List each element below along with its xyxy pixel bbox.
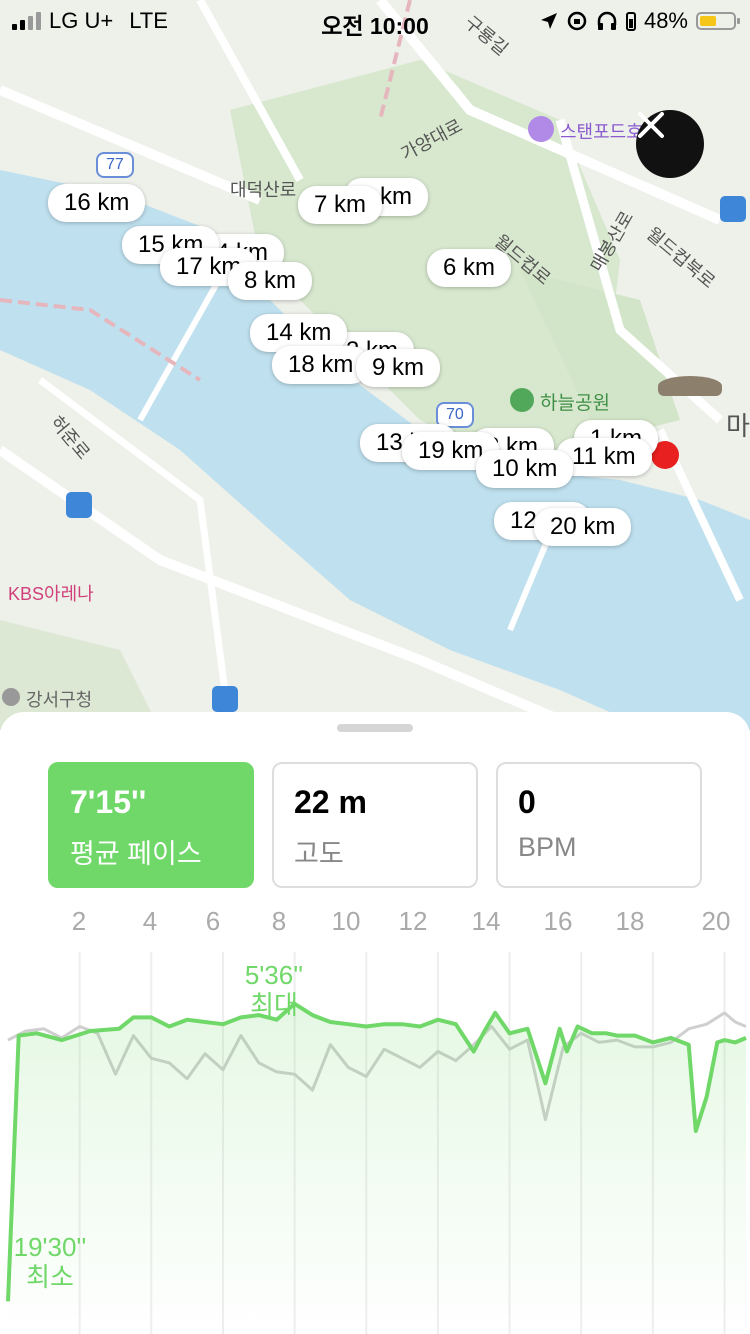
max-label: 최대 [250, 990, 298, 1020]
x-tick: 20 [701, 906, 731, 936]
stats-sheet: 7'15'' 평균 페이스 22 m 고도 0 BPM 2 4 6 8 10 1… [0, 712, 750, 1334]
km-marker[interactable]: 20 km [534, 508, 632, 546]
elevation-label: 고도 [294, 839, 344, 869]
status-right: 48% [540, 8, 740, 34]
km-marker[interactable]: 18 km [272, 346, 370, 384]
pace-chart[interactable] [0, 952, 750, 1334]
close-icon [638, 112, 664, 138]
x-tick: 16 [543, 906, 573, 936]
km-marker[interactable]: 10 km [476, 450, 574, 488]
km-marker[interactable]: 6 km [427, 249, 512, 287]
label-ma: 마 [726, 411, 750, 441]
battery-percent: 48% [643, 8, 688, 33]
max-value: 5'36'' [244, 960, 304, 990]
max-annotation: 5'36'' 최대 [226, 960, 322, 1020]
battery-icon [696, 12, 740, 30]
subway-icon [720, 196, 746, 222]
x-tick: 14 [471, 906, 501, 936]
x-tick: 18 [615, 906, 645, 936]
stadium-icon [658, 376, 722, 396]
km-marker[interactable]: 16 km [48, 184, 146, 222]
x-tick: 4 [142, 906, 158, 936]
park-icon [510, 388, 534, 412]
pace-value: 7'15'' [70, 784, 147, 820]
device-battery-icon [625, 12, 636, 31]
park-label: 하늘공원 [540, 393, 610, 414]
status-bar: LG U+ LTE 오전 10:00 48% [0, 0, 750, 40]
kbs-label: KBS아레나 [8, 584, 94, 604]
road-shield-77: 77 [96, 152, 134, 178]
x-axis-ticks: 2 4 6 8 10 12 14 16 18 20 [0, 906, 750, 946]
min-label: 최소 [26, 1262, 74, 1292]
pace-label: 평균 페이스 [70, 839, 202, 869]
close-button[interactable] [636, 110, 704, 178]
subway-icon [212, 686, 238, 712]
min-value: 19'30'' [13, 1232, 87, 1262]
label-daedeok: 대덕산로 [230, 180, 297, 200]
km-marker[interactable]: 8 km [228, 262, 313, 300]
route-map[interactable]: 77 70 구룡길 가양대로 스탠포드호 대덕산로 매봉산로 월드컵북로 월드컵… [0, 0, 750, 730]
gangseo-icon [2, 688, 20, 706]
x-tick: 2 [71, 906, 87, 936]
hotel-icon [528, 116, 554, 142]
headphones-icon [597, 11, 617, 30]
elevation-card[interactable]: 22 m 고도 [272, 762, 478, 888]
rotation-lock-icon [567, 11, 587, 31]
gangseo-label: 강서구청 [26, 690, 93, 710]
x-tick: 10 [331, 906, 361, 936]
x-tick: 8 [271, 906, 287, 936]
x-tick: 6 [205, 906, 221, 936]
hotel-label: 스탠포드호 [560, 122, 643, 142]
pace-card[interactable]: 7'15'' 평균 페이스 [48, 762, 254, 888]
sheet-handle[interactable] [337, 724, 413, 732]
subway-icon [66, 492, 92, 518]
heartrate-label: BPM [518, 832, 577, 862]
heartrate-card[interactable]: 0 BPM [496, 762, 702, 888]
x-tick: 12 [398, 906, 428, 936]
km-marker[interactable]: 9 km [356, 349, 441, 387]
pace-area [8, 1003, 746, 1334]
elevation-value: 22 m [294, 784, 367, 820]
km-marker[interactable]: 7 km [298, 186, 383, 224]
heartrate-value: 0 [518, 784, 536, 820]
min-annotation: 19'30'' 최소 [2, 1232, 98, 1292]
location-arrow-icon [540, 13, 557, 29]
